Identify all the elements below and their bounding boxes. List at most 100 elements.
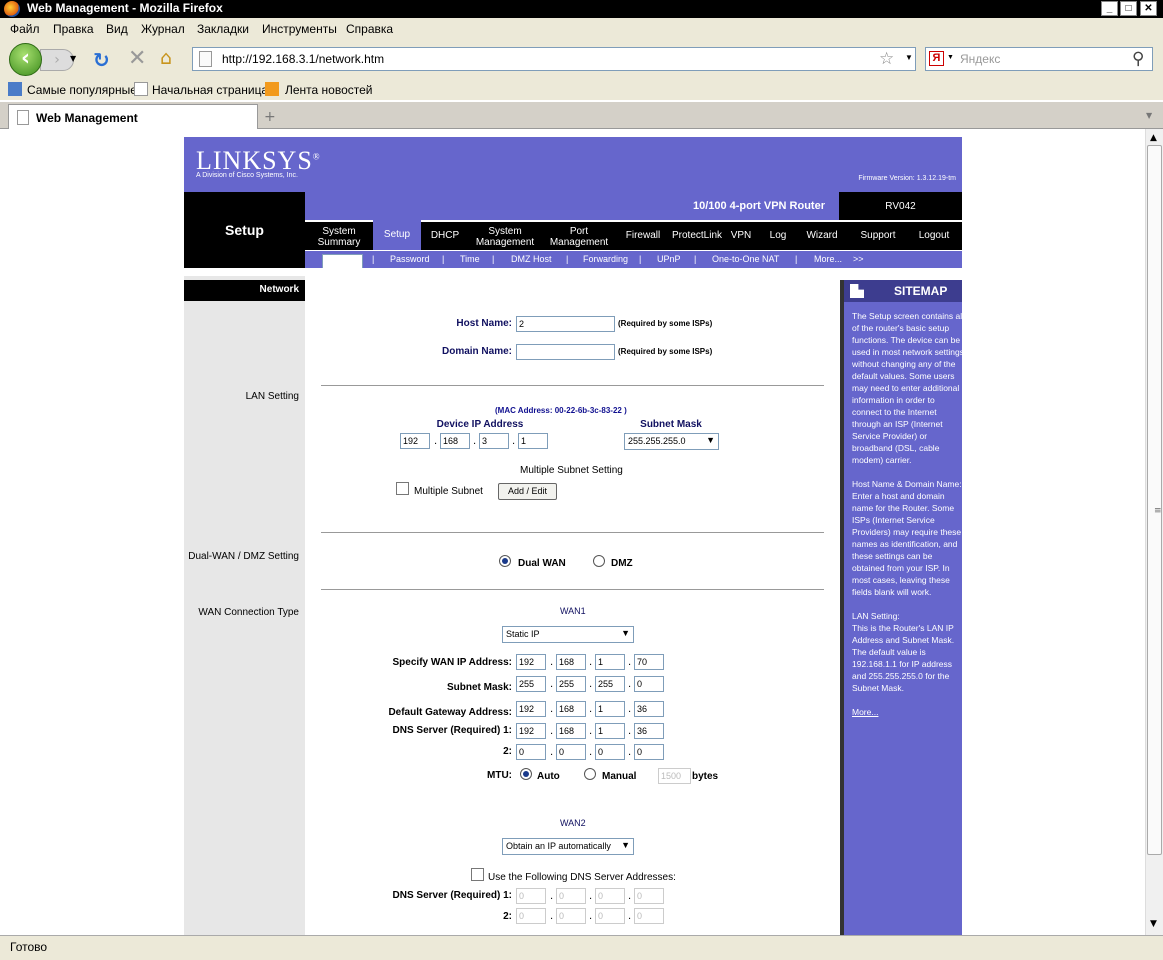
- wan2-dns1-octet-4[interactable]: [634, 888, 664, 904]
- dns2-octet-4[interactable]: [634, 744, 664, 760]
- minimize-button[interactable]: _: [1101, 1, 1118, 16]
- new-tab-icon[interactable]: +: [264, 109, 276, 125]
- search-bar[interactable]: Я ▼ Яндекс ⚲: [925, 47, 1153, 71]
- mtu-auto-radio[interactable]: [520, 768, 532, 780]
- domain-name-input[interactable]: [516, 344, 615, 360]
- gateway-octet-3[interactable]: [595, 701, 625, 717]
- wan-mask-octet-4[interactable]: [634, 676, 664, 692]
- dns1-octet-2[interactable]: [556, 723, 586, 739]
- bookmark-star-icon[interactable]: ☆: [879, 49, 894, 69]
- wan2-dns2-octet-1[interactable]: [516, 908, 546, 924]
- menu-bookmarks[interactable]: Закладки: [197, 22, 249, 36]
- home-icon[interactable]: ⌂: [160, 47, 172, 69]
- tab-support[interactable]: Support: [854, 222, 902, 250]
- gateway-octet-1[interactable]: [516, 701, 546, 717]
- wan2-dns2-octet-3[interactable]: [595, 908, 625, 924]
- tab-log[interactable]: Log: [763, 222, 793, 250]
- dns2-octet-2[interactable]: [556, 744, 586, 760]
- wan2-connection-type-select[interactable]: Obtain an IP automatically ▼: [502, 838, 634, 855]
- tab-dhcp[interactable]: DHCP: [423, 222, 467, 250]
- wan-mask-octet-2[interactable]: [556, 676, 586, 692]
- device-ip-octet-2[interactable]: [440, 433, 470, 449]
- wan1-connection-type-select[interactable]: Static IP ▼: [502, 626, 634, 643]
- vertical-scrollbar[interactable]: ▲ ≡ ▼: [1145, 129, 1163, 935]
- search-icon[interactable]: ⚲: [1132, 49, 1144, 69]
- menu-history[interactable]: Журнал: [141, 22, 185, 36]
- wan-ip-octet-1[interactable]: [516, 654, 546, 670]
- sitemap-more-link[interactable]: More...: [852, 706, 964, 718]
- menu-tools[interactable]: Инструменты: [262, 22, 337, 36]
- tab-list-icon[interactable]: ▼: [1146, 111, 1152, 120]
- menu-file[interactable]: Файл: [10, 22, 40, 36]
- back-button[interactable]: ‹: [9, 43, 42, 76]
- subtab-next[interactable]: >>: [853, 254, 864, 264]
- wan-ip-octet-3[interactable]: [595, 654, 625, 670]
- wan2-dns1-octet-3[interactable]: [595, 888, 625, 904]
- dns1-octet-3[interactable]: [595, 723, 625, 739]
- lan-subnet-mask-select[interactable]: 255.255.255.0 ▼: [624, 433, 719, 450]
- tab-logout[interactable]: Logout: [912, 222, 956, 250]
- menu-edit[interactable]: Правка: [53, 22, 94, 36]
- subtab-more[interactable]: More...: [814, 254, 842, 264]
- host-name-input[interactable]: [516, 316, 615, 332]
- scroll-down-icon[interactable]: ▼: [1150, 919, 1157, 929]
- tab-system-summary[interactable]: System Summary: [305, 222, 373, 250]
- subtab-one-to-one-nat[interactable]: One-to-One NAT: [712, 254, 779, 264]
- bookmark-news-feed[interactable]: Лента новостей: [285, 83, 373, 97]
- wan-ip-octet-2[interactable]: [556, 654, 586, 670]
- dns1-octet-4[interactable]: [634, 723, 664, 739]
- device-ip-octet-1[interactable]: [400, 433, 430, 449]
- wan2-dns2-octet-4[interactable]: [634, 908, 664, 924]
- tab-port-management[interactable]: Port Management: [543, 222, 615, 250]
- wan-ip-octet-4[interactable]: [634, 654, 664, 670]
- url-text[interactable]: http://192.168.3.1/network.htm: [222, 52, 384, 66]
- device-ip-octet-3[interactable]: [479, 433, 509, 449]
- menu-help[interactable]: Справка: [346, 22, 393, 36]
- mtu-value-input[interactable]: [658, 768, 691, 784]
- forward-button[interactable]: ›: [40, 49, 74, 71]
- use-dns-checkbox[interactable]: [471, 868, 484, 881]
- mtu-manual-radio[interactable]: [584, 768, 596, 780]
- bookmark-start-page[interactable]: Начальная страница: [152, 83, 268, 97]
- add-edit-button[interactable]: Add / Edit: [498, 483, 557, 500]
- gateway-octet-4[interactable]: [634, 701, 664, 717]
- search-engine-dropdown-icon[interactable]: ▼: [947, 54, 954, 61]
- dns1-octet-1[interactable]: [516, 723, 546, 739]
- url-dropdown-icon[interactable]: ▼: [905, 53, 913, 62]
- wan2-dns1-octet-2[interactable]: [556, 888, 586, 904]
- dmz-radio[interactable]: [593, 555, 605, 567]
- tab-vpn[interactable]: VPN: [726, 222, 756, 250]
- tab-wizard[interactable]: Wizard: [800, 222, 844, 250]
- subtab-password[interactable]: Password: [390, 254, 430, 264]
- wan2-dns1-octet-1[interactable]: [516, 888, 546, 904]
- url-bar[interactable]: http://192.168.3.1/network.htm ☆ ▼: [192, 47, 916, 71]
- yandex-icon[interactable]: Я: [929, 51, 944, 66]
- wan2-dns2-octet-2[interactable]: [556, 908, 586, 924]
- multiple-subnet-checkbox[interactable]: [396, 482, 409, 495]
- subtab-forwarding[interactable]: Forwarding: [583, 254, 628, 264]
- wan-mask-octet-3[interactable]: [595, 676, 625, 692]
- tab-system-management[interactable]: System Management: [467, 222, 543, 250]
- close-button[interactable]: ✕: [1140, 1, 1157, 16]
- subtab-dmz-host[interactable]: DMZ Host: [511, 254, 552, 264]
- tab-setup[interactable]: Setup: [373, 218, 421, 250]
- history-dropdown-icon[interactable]: ▼: [70, 54, 76, 63]
- tab-firewall[interactable]: Firewall: [618, 222, 668, 250]
- tab-protectlink[interactable]: ProtectLink: [667, 222, 727, 250]
- scroll-up-icon[interactable]: ▲: [1150, 133, 1157, 143]
- bookmark-most-visited[interactable]: Самые популярные: [27, 83, 137, 97]
- maximize-button[interactable]: □: [1120, 1, 1137, 16]
- wan-mask-octet-1[interactable]: [516, 676, 546, 692]
- subtab-time[interactable]: Time: [460, 254, 480, 264]
- dns2-octet-3[interactable]: [595, 744, 625, 760]
- menu-view[interactable]: Вид: [106, 22, 128, 36]
- gateway-octet-2[interactable]: [556, 701, 586, 717]
- scrollbar-thumb[interactable]: ≡: [1147, 145, 1162, 855]
- dual-wan-radio[interactable]: [499, 555, 511, 567]
- tab-web-management[interactable]: Web Management: [8, 104, 258, 129]
- stop-icon[interactable]: ✕: [128, 46, 146, 71]
- reload-icon[interactable]: ↻: [93, 48, 110, 72]
- device-ip-octet-4[interactable]: [518, 433, 548, 449]
- dns2-octet-1[interactable]: [516, 744, 546, 760]
- subtab-upnp[interactable]: UPnP: [657, 254, 681, 264]
